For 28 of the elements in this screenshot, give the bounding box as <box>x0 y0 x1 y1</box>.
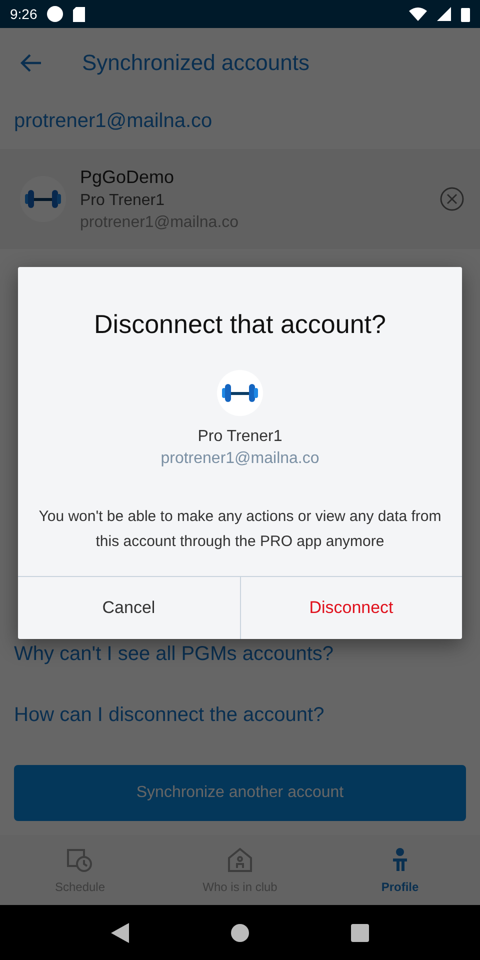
status-time: 9:26 <box>10 6 38 22</box>
sync-account-button[interactable]: Synchronize another account <box>14 765 466 821</box>
dumbbell-icon <box>221 382 259 404</box>
club-name: PgGoDemo <box>80 166 176 188</box>
dialog-account-email: protrener1@mailna.co <box>160 450 320 468</box>
cancel-button[interactable]: Cancel <box>18 577 240 639</box>
dialog-account-name: Pro Trener1 <box>198 428 282 446</box>
wifi-icon <box>409 7 427 21</box>
faq-link[interactable]: How can I disconnect the account? <box>0 704 480 727</box>
recents-icon[interactable] <box>351 924 369 942</box>
disconnect-button[interactable]: Disconnect <box>240 577 462 639</box>
house-person-icon <box>226 846 254 874</box>
back-icon[interactable] <box>111 922 129 942</box>
calendar-clock-icon <box>66 846 94 874</box>
back-arrow-icon[interactable] <box>20 54 42 72</box>
battery-icon <box>461 6 470 22</box>
dialog-title: Disconnect that account? <box>94 309 386 340</box>
dumbbell-icon <box>24 188 62 210</box>
dialog-message: You won't be able to make any actions or view any data from this account through the PRO app anymore <box>38 507 442 552</box>
signal-icon <box>437 7 451 21</box>
account-group-heading: protrener1@mailna.co <box>13 109 214 134</box>
home-icon[interactable] <box>231 924 249 942</box>
notification-icon <box>47 6 64 22</box>
screen-title: Synchronized accounts <box>82 50 310 76</box>
nav-tab[interactable]: Profile <box>320 835 480 905</box>
faq-link[interactable]: Why can't I see all PGMs accounts? <box>0 643 480 666</box>
sd-card-icon <box>73 6 86 22</box>
account-name: Pro Trener1 <box>80 192 166 210</box>
